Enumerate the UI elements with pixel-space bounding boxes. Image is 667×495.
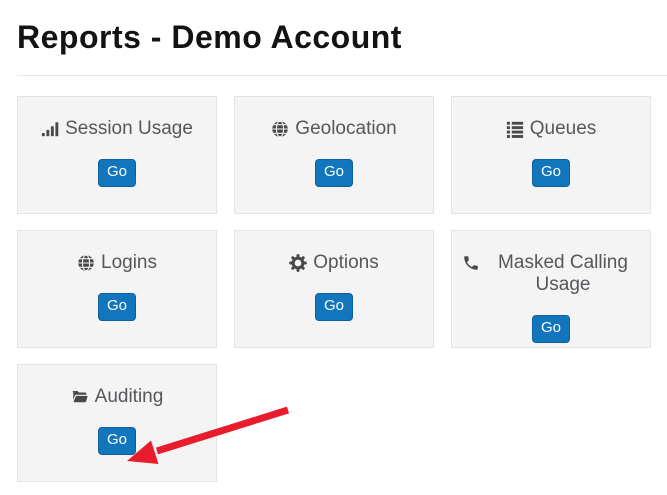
report-card-label-text: Session Usage — [65, 118, 193, 140]
report-card-masked-calling-usage: Masked Calling Usage Go — [451, 230, 651, 348]
geolocation-go-button[interactable]: Go — [315, 159, 353, 187]
report-card-label: Logins — [28, 252, 206, 274]
report-card-label: Options — [245, 252, 423, 274]
report-card-label: Geolocation — [245, 118, 423, 140]
report-card-label: Masked Calling Usage — [462, 252, 640, 296]
report-card-label: Queues — [462, 118, 640, 140]
report-card-queues: Queues Go — [451, 96, 651, 214]
report-card-label-text: Queues — [530, 118, 597, 140]
auditing-go-button[interactable]: Go — [98, 427, 136, 455]
logins-go-button[interactable]: Go — [98, 293, 136, 321]
phone-icon — [462, 254, 480, 272]
list-icon — [506, 120, 524, 138]
reports-grid: Session Usage Go Geolocation Go Queues G… — [17, 96, 667, 482]
options-go-button[interactable]: Go — [315, 293, 353, 321]
report-card-logins: Logins Go — [17, 230, 217, 348]
globe-icon — [271, 120, 289, 138]
session-usage-go-button[interactable]: Go — [98, 159, 136, 187]
report-card-label-text: Masked Calling Usage — [486, 252, 640, 296]
report-card-label: Session Usage — [28, 118, 206, 140]
report-card-session-usage: Session Usage Go — [17, 96, 217, 214]
report-card-label-text: Logins — [101, 252, 157, 274]
folder-open-icon — [71, 388, 89, 406]
report-card-label-text: Auditing — [95, 386, 164, 408]
report-card-label-text: Options — [313, 252, 378, 274]
report-card-label: Auditing — [28, 386, 206, 408]
gear-icon — [289, 254, 307, 272]
bar-chart-icon — [41, 120, 59, 138]
globe-icon — [77, 254, 95, 272]
masked-calling-usage-go-button[interactable]: Go — [532, 315, 570, 343]
report-card-label-text: Geolocation — [295, 118, 396, 140]
report-card-auditing: Auditing Go — [17, 364, 217, 482]
report-card-options: Options Go — [234, 230, 434, 348]
page-title: Reports - Demo Account — [17, 18, 667, 56]
divider — [17, 75, 667, 76]
queues-go-button[interactable]: Go — [532, 159, 570, 187]
report-card-geolocation: Geolocation Go — [234, 96, 434, 214]
